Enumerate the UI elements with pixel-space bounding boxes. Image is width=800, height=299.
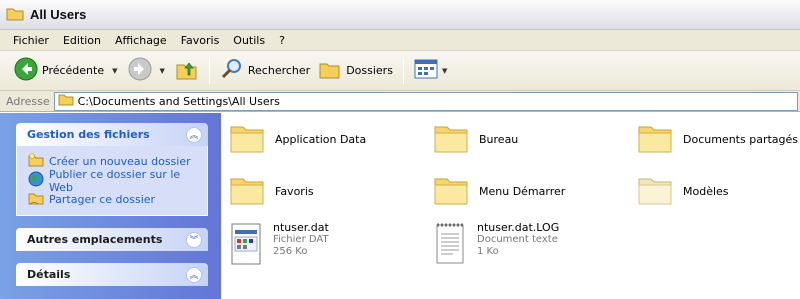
file-size: 256 Ko bbox=[273, 246, 308, 257]
up-folder-button[interactable] bbox=[171, 56, 203, 86]
task-publish-web[interactable]: Publier ce dossier sur le Web bbox=[28, 168, 199, 194]
folder-name: Menu Démarrer bbox=[479, 185, 566, 198]
folder-name: Favoris bbox=[275, 185, 314, 198]
task-pane: Gestion des fichiers ︽ Créer un nouveau … bbox=[0, 113, 221, 299]
folder-icon bbox=[229, 173, 265, 210]
file-item[interactable]: ntuser.dat.LOG Document texte 1 Ko bbox=[433, 222, 559, 269]
share-folder-icon bbox=[28, 191, 44, 208]
forward-button[interactable] bbox=[124, 56, 156, 86]
menu-outils[interactable]: Outils bbox=[226, 34, 272, 47]
views-button[interactable]: ▼ bbox=[410, 56, 457, 86]
file-name: ntuser.dat bbox=[273, 221, 329, 234]
text-document-icon bbox=[433, 222, 467, 269]
other-places-title: Autres emplacements bbox=[27, 233, 163, 246]
window-title: All Users bbox=[30, 7, 87, 22]
file-size: 1 Ko bbox=[477, 246, 499, 257]
file-list: Application Data Bureau Documents partag… bbox=[221, 113, 800, 299]
forward-arrow-icon bbox=[128, 57, 152, 84]
folder-icon bbox=[433, 121, 469, 158]
file-tasks-header[interactable]: Gestion des fichiers ︽ bbox=[16, 123, 208, 146]
new-folder-icon bbox=[28, 153, 44, 170]
address-field[interactable]: C:\Documents and Settings\All Users bbox=[53, 91, 798, 111]
views-icon bbox=[414, 58, 438, 83]
folder-icon bbox=[58, 93, 74, 109]
folder-item[interactable]: Menu Démarrer bbox=[433, 173, 565, 210]
address-bar: Adresse C:\Documents and Settings\All Us… bbox=[0, 91, 800, 112]
folders-icon bbox=[318, 57, 342, 84]
file-tasks-title: Gestion des fichiers bbox=[27, 128, 150, 141]
file-meta: ntuser.dat.LOG Document texte 1 Ko bbox=[477, 222, 559, 258]
folder-icon bbox=[637, 173, 673, 210]
back-button[interactable]: Précédente bbox=[10, 56, 108, 86]
search-button[interactable]: Rechercher bbox=[216, 56, 314, 86]
details-panel: Détails ︽ bbox=[16, 263, 208, 286]
task-new-folder-label: Créer un nouveau dossier bbox=[49, 155, 191, 168]
folder-name: Documents partagés bbox=[683, 133, 798, 146]
file-item[interactable]: ntuser.dat Fichier DAT 256 Ko bbox=[229, 222, 329, 269]
menu-affichage[interactable]: Affichage bbox=[108, 34, 174, 47]
menu-favoris[interactable]: Favoris bbox=[174, 34, 227, 47]
collapse-chevron-icon[interactable]: ︽ bbox=[186, 266, 202, 283]
menu-fichier[interactable]: Fichier bbox=[6, 34, 56, 47]
menu-help[interactable]: ? bbox=[272, 34, 292, 47]
file-type: Document texte bbox=[477, 234, 558, 245]
other-places-header[interactable]: Autres emplacements ︾ bbox=[16, 228, 208, 251]
expand-chevron-icon[interactable]: ︾ bbox=[186, 231, 202, 248]
folder-name: Application Data bbox=[275, 133, 367, 146]
details-title: Détails bbox=[27, 268, 71, 281]
file-name: ntuser.dat.LOG bbox=[477, 221, 560, 234]
folders-button[interactable]: Dossiers bbox=[314, 56, 397, 86]
file-type: Fichier DAT bbox=[273, 234, 329, 245]
menu-bar: Fichier Edition Affichage Favoris Outils… bbox=[0, 30, 800, 51]
file-meta: ntuser.dat Fichier DAT 256 Ko bbox=[273, 222, 329, 258]
file-tasks-panel: Gestion des fichiers ︽ Créer un nouveau … bbox=[16, 123, 208, 216]
toolbar: Précédente ▼ ▼ Rechercher Dossiers ▼ bbox=[0, 51, 800, 91]
views-dropdown-icon: ▼ bbox=[441, 66, 448, 75]
globe-icon bbox=[28, 171, 44, 190]
dat-file-icon bbox=[229, 222, 263, 269]
back-button-label: Précédente bbox=[42, 64, 105, 77]
title-bar: All Users bbox=[0, 0, 800, 30]
menu-edition[interactable]: Edition bbox=[56, 34, 108, 47]
folder-item[interactable]: Modèles bbox=[637, 173, 729, 210]
folder-name: Modèles bbox=[683, 185, 729, 198]
folder-item[interactable]: Bureau bbox=[433, 121, 518, 158]
collapse-chevron-icon[interactable]: ︽ bbox=[186, 126, 202, 143]
address-path: C:\Documents and Settings\All Users bbox=[77, 94, 280, 108]
folder-item[interactable]: Favoris bbox=[229, 173, 314, 210]
back-arrow-icon bbox=[14, 57, 38, 84]
folders-button-label: Dossiers bbox=[346, 64, 393, 77]
folder-icon bbox=[6, 6, 24, 24]
toolbar-separator bbox=[402, 57, 404, 84]
folder-icon bbox=[229, 121, 265, 158]
folder-name: Bureau bbox=[479, 133, 519, 146]
other-places-panel: Autres emplacements ︾ bbox=[16, 228, 208, 251]
toolbar-separator bbox=[208, 57, 210, 84]
address-label: Adresse bbox=[6, 94, 50, 108]
search-button-label: Rechercher bbox=[247, 64, 311, 77]
search-icon bbox=[220, 57, 244, 84]
details-header[interactable]: Détails ︽ bbox=[16, 263, 208, 286]
up-folder-icon bbox=[175, 57, 199, 84]
forward-dropdown-icon[interactable]: ▼ bbox=[160, 67, 165, 75]
task-share-folder-label: Partager ce dossier bbox=[49, 193, 156, 206]
folder-item[interactable]: Application Data bbox=[229, 121, 366, 158]
folder-item[interactable]: Documents partagés bbox=[637, 121, 798, 158]
task-publish-web-label: Publier ce dossier sur le Web bbox=[49, 167, 181, 194]
folder-icon bbox=[637, 121, 673, 158]
back-dropdown-icon[interactable]: ▼ bbox=[112, 67, 117, 75]
file-tasks-body: Créer un nouveau dossier Publier ce doss… bbox=[16, 146, 208, 216]
folder-icon bbox=[433, 173, 469, 210]
